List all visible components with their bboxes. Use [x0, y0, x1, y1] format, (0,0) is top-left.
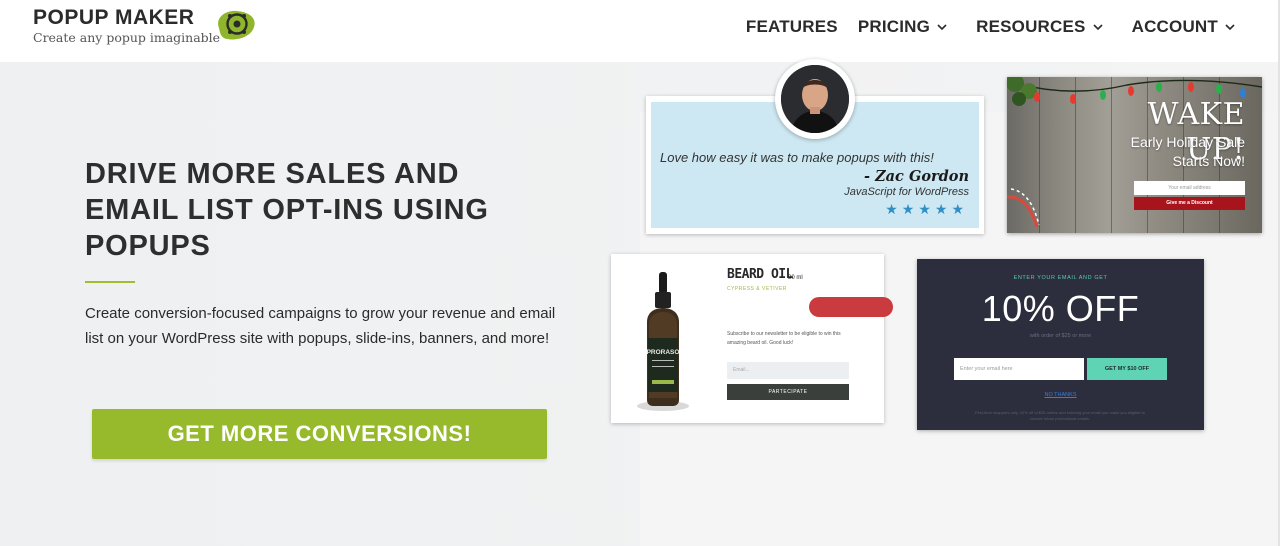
holiday-email-field: Your email address: [1134, 181, 1245, 195]
holiday-line-1: Early Holiday Sale: [1130, 134, 1245, 150]
testimonial-quote: Love how easy it was to make popups with…: [660, 150, 934, 165]
holiday-line-2: Starts Now!: [1172, 153, 1245, 169]
beard-oil-subtitle: CYPRESS & VETIVER: [727, 286, 787, 292]
holiday-subtitle: Early Holiday Sale Starts Now!: [1090, 133, 1245, 171]
beard-oil-description: Subscribe to our newsletter to be eligib…: [727, 331, 841, 346]
beard-oil-bottle-icon: PRORASO: [637, 272, 689, 411]
nav-resources[interactable]: RESOURCES: [976, 15, 1104, 39]
discount-claim-button: GET MY $10 OFF: [1087, 358, 1167, 380]
beard-oil-title: BEARD OIL: [727, 267, 793, 282]
discount-email-field: Enter your email here: [954, 358, 1084, 380]
star-rating: ★★★★★: [885, 201, 968, 217]
brand-tagline: Create any popup imaginable: [33, 30, 221, 45]
nav-account[interactable]: ACCOUNT: [1132, 15, 1236, 39]
brand-logo[interactable]: POPUP MAKER Create any popup imaginable: [33, 6, 220, 45]
main-nav: FEATURES PRICING RESOURCES ACCOUNT: [746, 15, 1236, 39]
discount-decline-link: NO THANKS: [1044, 392, 1077, 398]
nav-features[interactable]: FEATURES: [746, 15, 838, 39]
red-tab-decoration: [809, 297, 893, 317]
hero-subcopy: Create conversion-focused campaigns to g…: [85, 305, 556, 347]
discount-fineprint: First-time shoppers only. 10% off of $25…: [975, 410, 1145, 421]
beard-participate-button: PARTECIPATE: [727, 384, 849, 400]
beard-email-field: Email...: [727, 362, 849, 379]
chevron-down-icon: [1225, 24, 1235, 31]
nav-resources-label: RESOURCES: [976, 17, 1086, 36]
headline-divider: [85, 281, 135, 283]
testimonial-role: JavaScript for WordPress: [844, 186, 969, 198]
testimonial-photo: [781, 65, 849, 133]
discount-popup-example: [917, 259, 1204, 430]
holiday-discount-button: Give me a Discount: [1134, 197, 1245, 210]
chevron-down-icon: [937, 24, 947, 31]
avatar: [775, 59, 855, 139]
person-photo-icon: [781, 65, 849, 133]
beard-oil-size: 30 ml: [788, 275, 803, 281]
bottle-label: PRORASO: [647, 349, 680, 356]
hero-headline: DRIVE MORE SALES AND EMAIL LIST OPT-INS …: [85, 158, 489, 262]
get-more-conversions-button[interactable]: GET MORE CONVERSIONS!: [92, 409, 547, 459]
discount-eyebrow: ENTER YOUR EMAIL AND GET: [1013, 275, 1108, 281]
nav-pricing-label: PRICING: [857, 17, 931, 36]
brand-name: POPUP MAKER: [33, 6, 195, 29]
discount-headline: 10% OFF: [981, 288, 1140, 329]
nav-pricing[interactable]: PRICING: [858, 15, 948, 39]
testimonial-author: - Zac Gordon: [864, 168, 969, 185]
popup-maker-logo-icon[interactable]: [213, 8, 257, 42]
site-header: POPUP MAKER Create any popup imaginable …: [0, 0, 1280, 62]
nav-account-label: ACCOUNT: [1131, 17, 1218, 36]
nav-features-label: FEATURES: [745, 17, 838, 36]
chevron-down-icon: [1093, 24, 1103, 31]
discount-subline: with order of $25 or more: [1029, 333, 1092, 339]
